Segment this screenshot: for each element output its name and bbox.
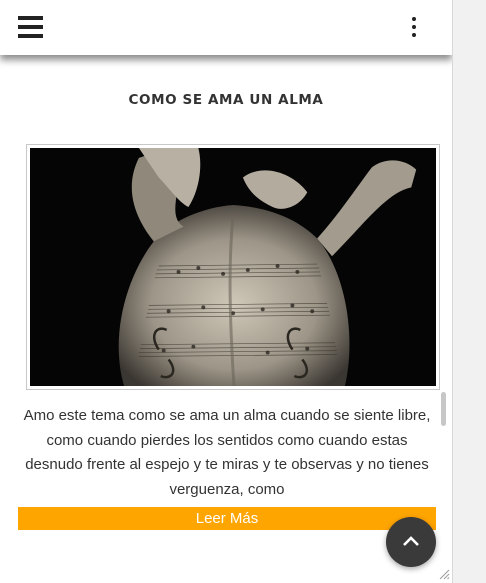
hamburger-menu-icon[interactable] xyxy=(18,16,43,38)
post-title: COMO SE AMA UN ALMA xyxy=(128,92,324,108)
chevron-up-icon xyxy=(403,536,419,546)
back-sheet-music-illustration xyxy=(30,148,436,386)
resize-grip-icon[interactable] xyxy=(438,568,450,580)
post-image xyxy=(26,144,440,390)
scrollbar-thumb[interactable] xyxy=(441,392,446,426)
top-app-bar xyxy=(0,0,452,55)
scroll-to-top-button[interactable] xyxy=(386,517,436,567)
page-frame: COMO SE AMA UN ALMA Amo este tema como s… xyxy=(0,0,453,583)
post-excerpt: Amo este tema como se ama un alma cuando… xyxy=(23,407,431,498)
vertical-ellipsis-icon[interactable] xyxy=(406,15,422,39)
read-more-button[interactable]: Leer Más xyxy=(18,507,436,530)
